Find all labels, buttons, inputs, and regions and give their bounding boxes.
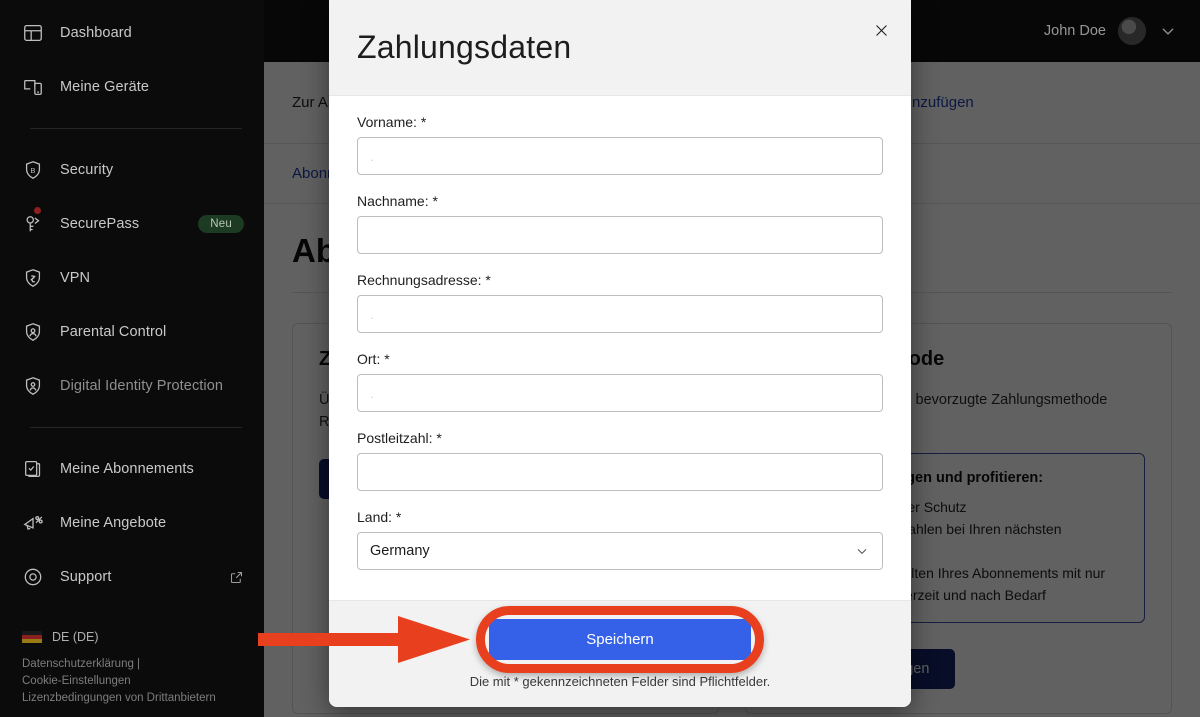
vorname-input[interactable]: . <box>357 137 883 175</box>
sidebar-divider-1 <box>30 128 242 129</box>
sidebar-item-support[interactable]: Support <box>0 550 264 604</box>
offers-megaphone-icon <box>22 512 44 534</box>
field-label: Nachname: * <box>357 193 438 209</box>
legal-link-cookies[interactable]: Cookie-Einstellungen <box>22 673 242 690</box>
dashboard-icon <box>22 22 44 44</box>
legal-link-third-party[interactable]: Lizenzbedingungen von Drittanbietern <box>22 690 242 707</box>
chevron-down-icon <box>854 543 870 559</box>
sidebar-item-parental-control[interactable]: Parental Control <box>0 305 264 359</box>
subscriptions-icon <box>22 458 44 480</box>
field-label: Vorname: * <box>357 114 427 130</box>
sidebar-item-securepass[interactable]: SecurePass Neu <box>0 197 264 251</box>
field-label: Rechnungsadresse: * <box>357 272 491 288</box>
shield-b-icon: B <box>22 159 44 181</box>
field-postleitzahl: Postleitzahl: * <box>357 430 883 491</box>
land-selected-value: Germany <box>370 543 430 559</box>
svg-text:B: B <box>31 166 36 175</box>
land-select[interactable]: Germany <box>357 532 883 570</box>
shield-identity-icon <box>22 375 44 397</box>
sidebar-item-security[interactable]: B Security <box>0 143 264 197</box>
field-label: Ort: * <box>357 351 390 367</box>
sidebar-item-label: SecurePass <box>60 216 140 232</box>
field-label: Postleitzahl: * <box>357 430 442 446</box>
sidebar-item-label: Meine Angebote <box>60 515 167 531</box>
screen-root: Dashboard Meine Geräte B Security Secure… <box>0 0 1200 717</box>
field-label: Land: * <box>357 509 402 525</box>
securepass-key-icon <box>22 213 44 235</box>
sidebar-item-label: Meine Abonnements <box>60 461 194 477</box>
sidebar-divider-2 <box>30 427 242 428</box>
field-land: Land: * Germany <box>357 509 883 570</box>
red-arrow-pointer <box>258 612 480 668</box>
modal-header: Zahlungsdaten <box>329 0 911 96</box>
sidebar-item-label: Parental Control <box>60 324 167 340</box>
modal-body: Vorname: * . Nachname: * Rechnungsadress… <box>329 96 911 600</box>
locale-selector[interactable]: DE (DE) <box>0 630 264 644</box>
modal-title: Zahlungsdaten <box>357 29 572 65</box>
lifebuoy-icon <box>22 566 44 588</box>
status-badge-neu: Neu <box>198 215 244 233</box>
save-button-wrap: Speichern <box>476 606 764 673</box>
sidebar-item-label: Digital Identity Protection <box>60 378 224 394</box>
sidebar-item-label: Support <box>60 569 112 585</box>
sidebar-item-meine-angebote[interactable]: Meine Angebote <box>0 496 264 550</box>
payment-data-modal: Zahlungsdaten Vorname: * . Nachname: * R… <box>329 0 911 707</box>
input-placeholder: . <box>370 385 374 401</box>
sidebar-item-digital-identity-protection[interactable]: Digital Identity Protection <box>0 359 264 413</box>
ort-input[interactable]: . <box>357 374 883 412</box>
close-icon[interactable] <box>867 16 895 44</box>
legal-links: Datenschutzerklärung | Cookie-Einstellun… <box>0 644 264 707</box>
nachname-input[interactable] <box>357 216 883 254</box>
shield-parental-icon <box>22 321 44 343</box>
input-placeholder: . <box>370 148 374 164</box>
field-ort: Ort: * . <box>357 351 883 412</box>
shield-vpn-icon <box>22 267 44 289</box>
sidebar-item-label: VPN <box>60 270 91 286</box>
sidebar-item-label: Meine Geräte <box>60 79 150 95</box>
german-flag-icon <box>22 630 42 644</box>
locale-label: DE (DE) <box>52 630 99 644</box>
sidebar-item-label: Security <box>60 162 114 178</box>
sidebar-item-label: Dashboard <box>60 25 132 41</box>
sidebar-item-dashboard[interactable]: Dashboard <box>0 6 264 60</box>
sidebar-item-meine-geraete[interactable]: Meine Geräte <box>0 60 264 114</box>
rechnungsadresse-input[interactable]: . <box>357 295 883 333</box>
legal-link-privacy[interactable]: Datenschutzerklärung | <box>22 656 242 673</box>
field-vorname: Vorname: * . <box>357 114 883 175</box>
save-button[interactable]: Speichern <box>489 619 751 660</box>
sidebar: Dashboard Meine Geräte B Security Secure… <box>0 0 264 717</box>
devices-icon <box>22 76 44 98</box>
sidebar-item-vpn[interactable]: VPN <box>0 251 264 305</box>
field-rechnungsadresse: Rechnungsadresse: * . <box>357 272 883 333</box>
required-fields-note: Die mit * gekennzeichneten Felder sind P… <box>469 674 771 689</box>
postleitzahl-input[interactable] <box>357 453 883 491</box>
field-nachname: Nachname: * <box>357 193 883 254</box>
sidebar-item-meine-abonnements[interactable]: Meine Abonnements <box>0 442 264 496</box>
external-link-icon <box>229 570 244 585</box>
input-placeholder: . <box>370 306 374 322</box>
